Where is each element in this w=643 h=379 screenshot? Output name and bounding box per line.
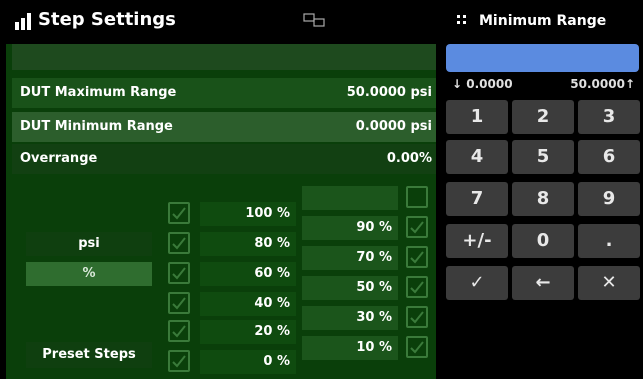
backspace-arrow-icon[interactable]: ← <box>512 266 574 300</box>
step-checkbox-90[interactable] <box>406 216 428 238</box>
key-plus-minus[interactable]: +/- <box>446 224 508 258</box>
keypad-range: ↓ 0.0000 50.0000↑ <box>446 74 639 96</box>
key-6[interactable]: 6 <box>578 140 640 174</box>
panel-top-bar <box>12 44 436 70</box>
keypad-input-field[interactable] <box>446 44 639 72</box>
step-value[interactable]: 0 % <box>200 350 296 374</box>
overrange-value: 0.00% <box>386 151 432 166</box>
step-checkbox-80[interactable] <box>168 232 190 254</box>
unit-psi-button[interactable]: psi <box>26 232 152 256</box>
step-value[interactable]: 100 % <box>200 202 296 226</box>
step-checkbox-10[interactable] <box>406 336 428 358</box>
dut-max-value: 50.0000 psi <box>346 85 432 100</box>
step-checkbox-20[interactable] <box>168 320 190 342</box>
preset-steps-button[interactable]: Preset Steps <box>26 342 152 368</box>
dut-min-label: DUT Minimum Range <box>20 119 173 134</box>
dut-min-value: 0.0000 psi <box>355 119 432 134</box>
key-1[interactable]: 1 <box>446 100 508 134</box>
keypad-title: Minimum Range <box>479 13 607 29</box>
dut-minimum-range-row[interactable]: DUT Minimum Range 0.0000 psi <box>12 112 436 142</box>
step-value[interactable]: 70 % <box>302 246 398 270</box>
key-5[interactable]: 5 <box>512 140 574 174</box>
dut-maximum-range-row[interactable]: DUT Maximum Range 50.0000 psi <box>12 78 436 108</box>
step-checkbox-100[interactable] <box>168 202 190 224</box>
key-7[interactable]: 7 <box>446 182 508 216</box>
header-bar: Step Settings Minimum Range <box>0 0 643 40</box>
step-value[interactable]: 90 % <box>302 216 398 240</box>
step-value[interactable]: 20 % <box>200 320 296 344</box>
unit-percent-button[interactable]: % <box>26 262 152 286</box>
range-min-label: ↓ 0.0000 <box>452 77 513 91</box>
overrange-row[interactable]: Overrange 0.00% <box>12 144 436 174</box>
key-3[interactable]: 3 <box>578 100 640 134</box>
key-8[interactable]: 8 <box>512 182 574 216</box>
step-value[interactable]: 10 % <box>302 336 398 360</box>
page-title: Step Settings <box>38 9 176 30</box>
step-checkbox-empty[interactable] <box>406 186 428 208</box>
key-0[interactable]: 0 <box>512 224 574 258</box>
key-2[interactable]: 2 <box>512 100 574 134</box>
step-value[interactable]: 40 % <box>200 292 296 316</box>
step-checkbox-50[interactable] <box>406 276 428 298</box>
screen-link-icon[interactable] <box>303 13 325 27</box>
step-checkbox-30[interactable] <box>406 306 428 328</box>
key-decimal[interactable]: . <box>578 224 640 258</box>
step-checkbox-60[interactable] <box>168 262 190 284</box>
dut-max-label: DUT Maximum Range <box>20 85 177 100</box>
step-value[interactable]: 50 % <box>302 276 398 300</box>
keypad-grid-icon[interactable] <box>456 14 468 26</box>
step-value[interactable]: 60 % <box>200 262 296 286</box>
overrange-label: Overrange <box>20 151 98 166</box>
cancel-x-icon[interactable]: ✕ <box>578 266 640 300</box>
step-value[interactable]: 80 % <box>200 232 296 256</box>
key-9[interactable]: 9 <box>578 182 640 216</box>
step-checkbox-70[interactable] <box>406 246 428 268</box>
key-4[interactable]: 4 <box>446 140 508 174</box>
step-value[interactable] <box>302 186 398 210</box>
step-checkbox-40[interactable] <box>168 292 190 314</box>
confirm-check-icon[interactable]: ✓ <box>446 266 508 300</box>
step-value[interactable]: 30 % <box>302 306 398 330</box>
range-max-label: 50.0000↑ <box>570 77 635 91</box>
bar-chart-icon[interactable] <box>14 12 32 30</box>
step-checkbox-0[interactable] <box>168 350 190 372</box>
